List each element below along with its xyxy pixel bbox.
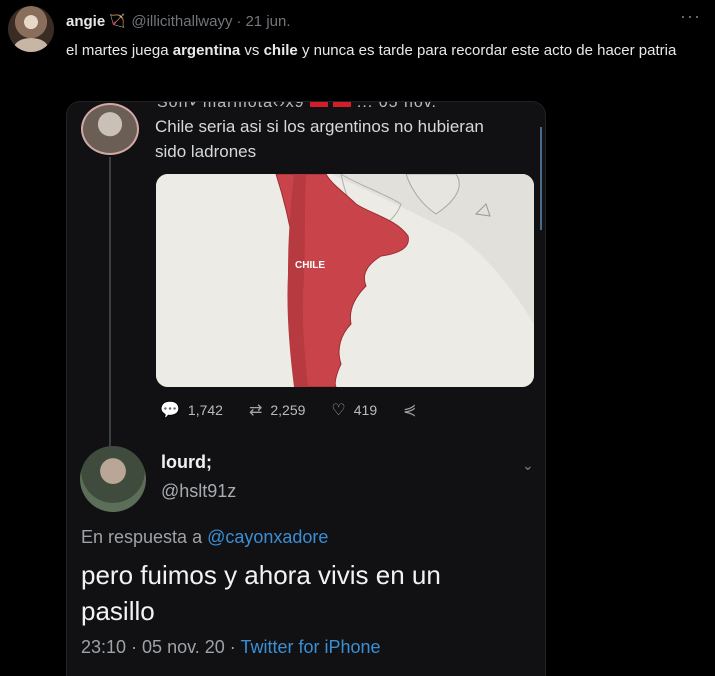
map-image: CHILE — [156, 174, 534, 387]
in-reply-mention: @cayonxadore — [207, 527, 329, 547]
map-svg: CHILE — [156, 174, 534, 387]
tweet-date[interactable]: 21 jun. — [245, 13, 290, 30]
like-count: 419 — [353, 402, 378, 418]
share-icon: ⋞ — [403, 402, 417, 419]
reply-handle: @hslt91z — [161, 481, 237, 501]
reply-action: 💬 1,742 — [160, 400, 223, 420]
chevron-down-icon: ⌄ — [522, 457, 534, 473]
author-name[interactable]: angie — [66, 13, 105, 30]
quoted-header-cropped: Son✓marmota‹›x9 ... 05 nov. — [157, 101, 437, 112]
retweet-action: ⇄ 2,259 — [249, 400, 305, 420]
author-handle[interactable]: @illicithallwayy — [131, 13, 232, 30]
tweet-text-part: y nunca es tarde para recordar este acto… — [297, 42, 677, 59]
tweet-text-bold: argentina — [172, 42, 241, 59]
separator-dot: · — [236, 12, 242, 30]
quoted-date: 05 nov. — [378, 101, 437, 111]
share-action: ⋞ — [403, 400, 424, 420]
heart-icon: ♡ — [331, 402, 346, 419]
author-avatar[interactable] — [8, 6, 54, 52]
quoted-actions: 💬 1,742 ⇄ 2,259 ♡ 419 ⋞ — [160, 400, 451, 420]
tweet-text-part: el martes juega — [66, 42, 173, 59]
quoted-text: Chile seria asi si los argentinos no hub… — [155, 117, 484, 161]
in-reply-prefix: En respuesta a — [81, 527, 203, 547]
reply-client: Twitter for iPhone — [240, 637, 381, 657]
reply-meta: 23:10 · 05 nov. 20 · Twitter for iPhone — [81, 637, 381, 658]
more-dots-icon[interactable]: ··· — [680, 6, 701, 27]
retweet-count: 2,259 — [270, 402, 306, 418]
flag-icon — [310, 102, 329, 108]
in-reply-to: En respuesta a @cayonxadore — [81, 527, 328, 548]
retweet-icon: ⇄ — [248, 402, 263, 419]
reply-name: lourd; — [161, 452, 212, 472]
flag-icon — [333, 102, 352, 108]
scrollbar — [540, 127, 542, 230]
tweet-media-image[interactable]: Son✓marmota‹›x9 ... 05 nov. Chile seria … — [66, 101, 546, 676]
tweet-text-bold: chile — [263, 42, 298, 59]
quoted-header-text: Son✓marmota‹›x9 — [157, 101, 305, 111]
like-action: ♡ 419 — [331, 400, 377, 420]
tweet-header: angie 🏹 @illicithallwayy · 21 jun. — [66, 11, 291, 31]
reply-icon: 💬 — [160, 402, 180, 419]
tweet-text-part: vs — [240, 42, 264, 59]
bow-arrow-icon: 🏹 — [109, 13, 126, 28]
avatar-figure — [14, 38, 48, 52]
quoted-avatar — [81, 103, 139, 155]
thread-line — [109, 157, 111, 447]
reply-count: 1,742 — [187, 402, 223, 418]
reply-text: pero fuimos y ahora vivis en un pasillo — [81, 560, 441, 626]
tweet-text: el martes juega argentina vs chile y nun… — [66, 40, 706, 62]
map-label: CHILE — [295, 260, 325, 271]
reply-time: 23:10 · 05 nov. 20 · — [81, 637, 241, 657]
reply-avatar — [80, 446, 146, 512]
